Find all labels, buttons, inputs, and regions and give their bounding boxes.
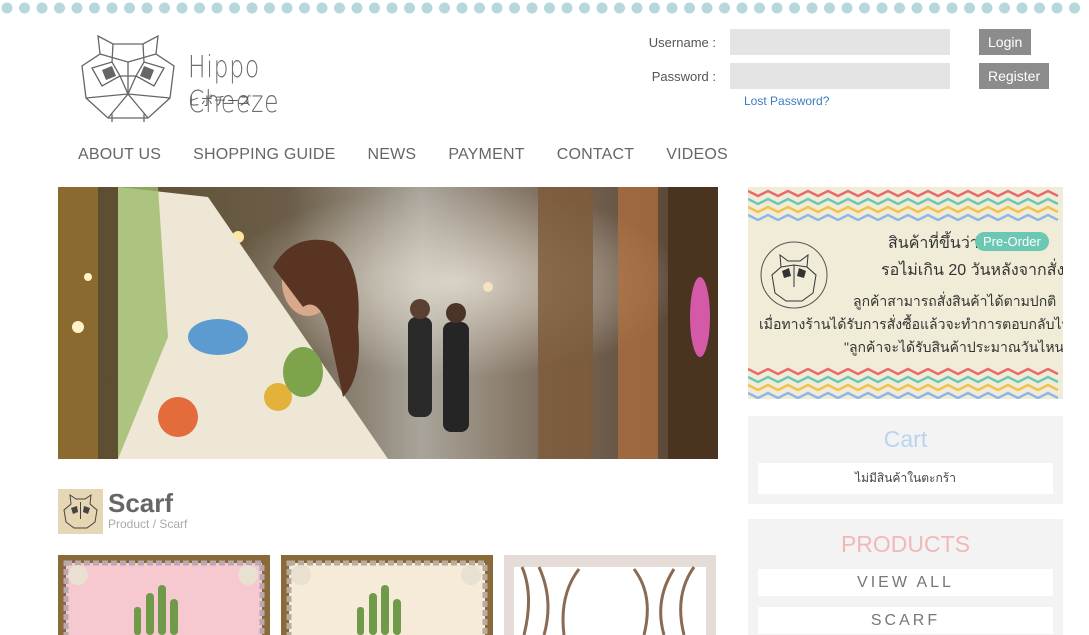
hero-image[interactable] — [58, 187, 718, 459]
username-label: Username : — [648, 34, 716, 50]
username-input[interactable] — [730, 29, 950, 55]
nav-contact[interactable]: CONTACT — [557, 146, 635, 164]
nav-news[interactable]: NEWS — [368, 146, 417, 164]
banner-line-2: รอไม่เกิน 20 วันหลังจากสั่ง — [881, 262, 1063, 279]
logo-title: Hippo Cheeze — [188, 50, 280, 120]
nav-about-us[interactable]: ABOUT US — [78, 146, 161, 164]
products-title: PRODUCTS — [840, 531, 971, 557]
breadcrumb[interactable]: Product / Scarf — [108, 517, 187, 531]
preorder-banner[interactable]: สินค้าที่ขึ้นว่า Pre-Order รอไม่เกิน 20 … — [748, 187, 1063, 399]
products-box: PRODUCTS VIEW ALL SCARF — [748, 519, 1063, 635]
banner-line-1: สินค้าที่ขึ้นว่า — [888, 235, 979, 252]
password-input[interactable] — [730, 63, 950, 89]
category-owl-icon — [58, 489, 103, 534]
preorder-badge: Pre-Order — [975, 232, 1049, 251]
category-header: Scarf Product / Scarf — [58, 488, 358, 538]
category-title: Scarf — [108, 488, 174, 518]
login-button[interactable]: Login — [979, 29, 1032, 55]
dotted-border — [0, 0, 1089, 18]
products-view-all[interactable]: VIEW ALL — [758, 569, 1053, 596]
nav-videos[interactable]: VIDEOS — [666, 146, 728, 164]
products-scarf[interactable]: SCARF — [758, 607, 1053, 634]
banner-line-5: "ลูกค้าจะได้รับสินค้าประมาณวันไหนค่ะ" — [844, 339, 1063, 355]
logo[interactable]: Hippo Cheeze ヒポチーズ — [78, 32, 338, 122]
register-button[interactable]: Register — [979, 63, 1050, 89]
logo-subtitle: ヒポチーズ — [188, 94, 253, 108]
cart-title: Cart — [883, 426, 928, 452]
product-thumb-1[interactable] — [58, 555, 270, 635]
product-thumb-2[interactable] — [281, 555, 493, 635]
owl-logo-icon — [81, 34, 175, 122]
nav-payment[interactable]: PAYMENT — [448, 146, 524, 164]
login-form: Username : Login Password : Register Los… — [640, 29, 1080, 119]
password-row: Password : — [640, 63, 950, 89]
username-row: Username : — [640, 29, 950, 55]
cart-empty-text: ไม่มีสินค้าในตะกร้า — [758, 463, 1053, 494]
main-nav: ABOUT US SHOPPING GUIDE NEWS PAYMENT CON… — [78, 146, 760, 164]
lost-password-link[interactable]: Lost Password? — [744, 94, 829, 108]
product-thumb-3[interactable] — [504, 555, 716, 635]
nav-shopping-guide[interactable]: SHOPPING GUIDE — [193, 146, 335, 164]
banner-line-4: เมื่อทางร้านได้รับการสั่งซื้อแล้วจะทำการ… — [759, 316, 1063, 332]
password-label: Password : — [651, 68, 716, 84]
banner-line-3: ลูกค้าสามารถสั่งสินค้าได้ตามปกติ — [853, 293, 1057, 309]
cart-box: Cart ไม่มีสินค้าในตะกร้า — [748, 416, 1063, 504]
